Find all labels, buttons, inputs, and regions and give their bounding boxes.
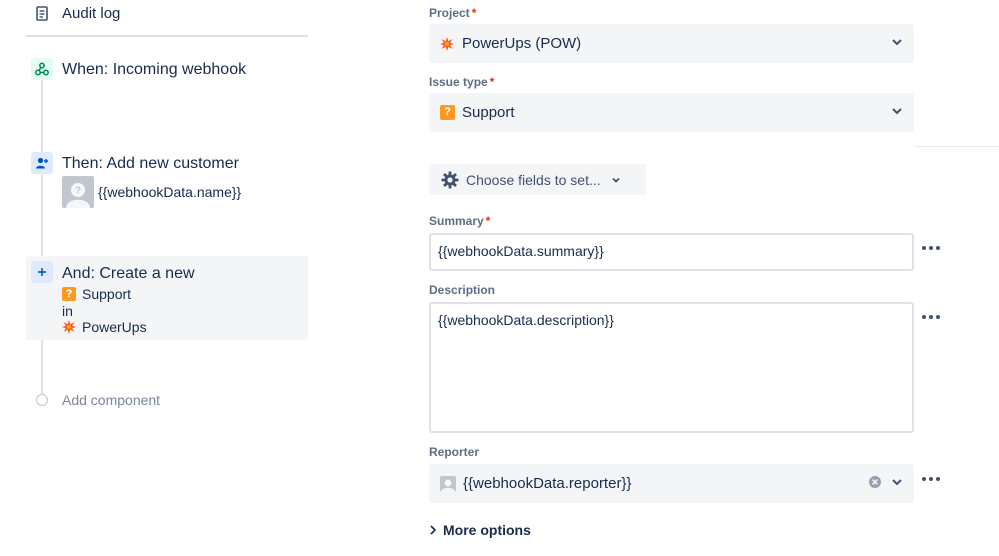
choose-fields-button[interactable]: Choose fields to set... [429, 164, 646, 195]
trigger-component[interactable]: When: Incoming webhook [26, 56, 308, 86]
plus-icon [31, 261, 53, 283]
description-label-text: Description [429, 283, 496, 297]
issue-type-select[interactable]: ? Support [429, 93, 914, 132]
summary-input[interactable]: {{webhookData.summary}} [429, 233, 914, 271]
add-person-icon [31, 152, 53, 174]
add-customer-title: Then: Add new customer [62, 155, 239, 172]
add-component-button[interactable]: Add component [36, 390, 160, 410]
audit-log-link[interactable]: Audit log [36, 2, 120, 24]
starburst-project-icon [440, 36, 454, 51]
customer-name-value: {{webhookData.name}} [98, 184, 242, 200]
summary-more-icon[interactable] [922, 244, 940, 252]
svg-text:?: ? [75, 186, 81, 197]
reporter-select[interactable]: {{webhookData.reporter}} [429, 464, 914, 503]
description-label: Description [429, 283, 495, 297]
add-component-dot-icon [36, 394, 48, 406]
question-issuetype-icon: ? [62, 287, 76, 301]
component-timeline-line [41, 80, 43, 398]
create-issue-title: And: Create a new [62, 265, 195, 282]
reporter-select-value: {{webhookData.reporter}} [463, 475, 632, 492]
description-more-icon[interactable] [922, 313, 940, 321]
project-required-mark: * [471, 6, 477, 20]
chevron-down-icon [890, 475, 904, 493]
default-avatar-icon: ? [62, 176, 94, 208]
audit-log-label: Audit log [62, 4, 121, 22]
reporter-label: Reporter [429, 445, 479, 459]
more-options-toggle[interactable]: More options [429, 520, 531, 540]
chevron-down-icon [890, 35, 904, 53]
reporter-more-icon[interactable] [922, 475, 940, 483]
create-issue-in: in [62, 303, 73, 319]
section-divider [914, 146, 999, 147]
issue-type-label: Issue type * [429, 75, 494, 89]
clear-icon[interactable] [868, 475, 882, 493]
sidebar-divider [26, 35, 308, 37]
create-issue-project: PowerUps [62, 319, 147, 335]
project-select-value: PowerUps (POW) [462, 35, 582, 52]
chevron-down-icon [890, 104, 904, 122]
project-label-text: Project [429, 6, 470, 20]
reporter-label-text: Reporter [429, 445, 480, 459]
choose-fields-label: Choose fields to set... [466, 171, 601, 188]
component-config-form: Project * PowerUps (POW) Issue type * ? Su… [429, 0, 999, 556]
create-issue-project-label: PowerUps [82, 319, 147, 335]
issue-type-select-value: Support [462, 104, 515, 121]
default-avatar-icon [440, 475, 456, 492]
issue-type-label-text: Issue type [429, 75, 488, 89]
create-issue-type-label: Support [82, 286, 132, 302]
gear-icon [441, 171, 459, 189]
summary-required-mark: * [485, 214, 491, 228]
question-issuetype-icon: ? [440, 105, 455, 120]
chevron-right-icon [429, 525, 437, 535]
add-component-label: Add component [62, 392, 161, 408]
create-issue-type: ? Support [62, 286, 131, 302]
add-customer-component[interactable]: Then: Add new customer ? {{webhookData.n… [26, 150, 308, 212]
project-label: Project * [429, 6, 476, 20]
project-select[interactable]: PowerUps (POW) [429, 24, 914, 63]
customer-detail: ? {{webhookData.name}} [62, 176, 241, 208]
issue-type-required-mark: * [489, 75, 495, 89]
chevron-down-icon [610, 174, 622, 186]
create-issue-component[interactable]: And: Create a new ? Support in PowerUps [26, 256, 308, 340]
starburst-project-icon [62, 320, 76, 334]
summary-label: Summary * [429, 214, 490, 228]
summary-label-text: Summary [429, 214, 484, 228]
rule-components-panel: Audit log When: Incoming webhook Then: A… [0, 0, 330, 556]
webhook-icon [31, 58, 53, 80]
document-icon [36, 5, 48, 21]
description-textarea[interactable]: {{webhookData.description}} [429, 302, 914, 433]
trigger-title: When: Incoming webhook [62, 61, 247, 78]
more-options-label: More options [443, 522, 531, 538]
